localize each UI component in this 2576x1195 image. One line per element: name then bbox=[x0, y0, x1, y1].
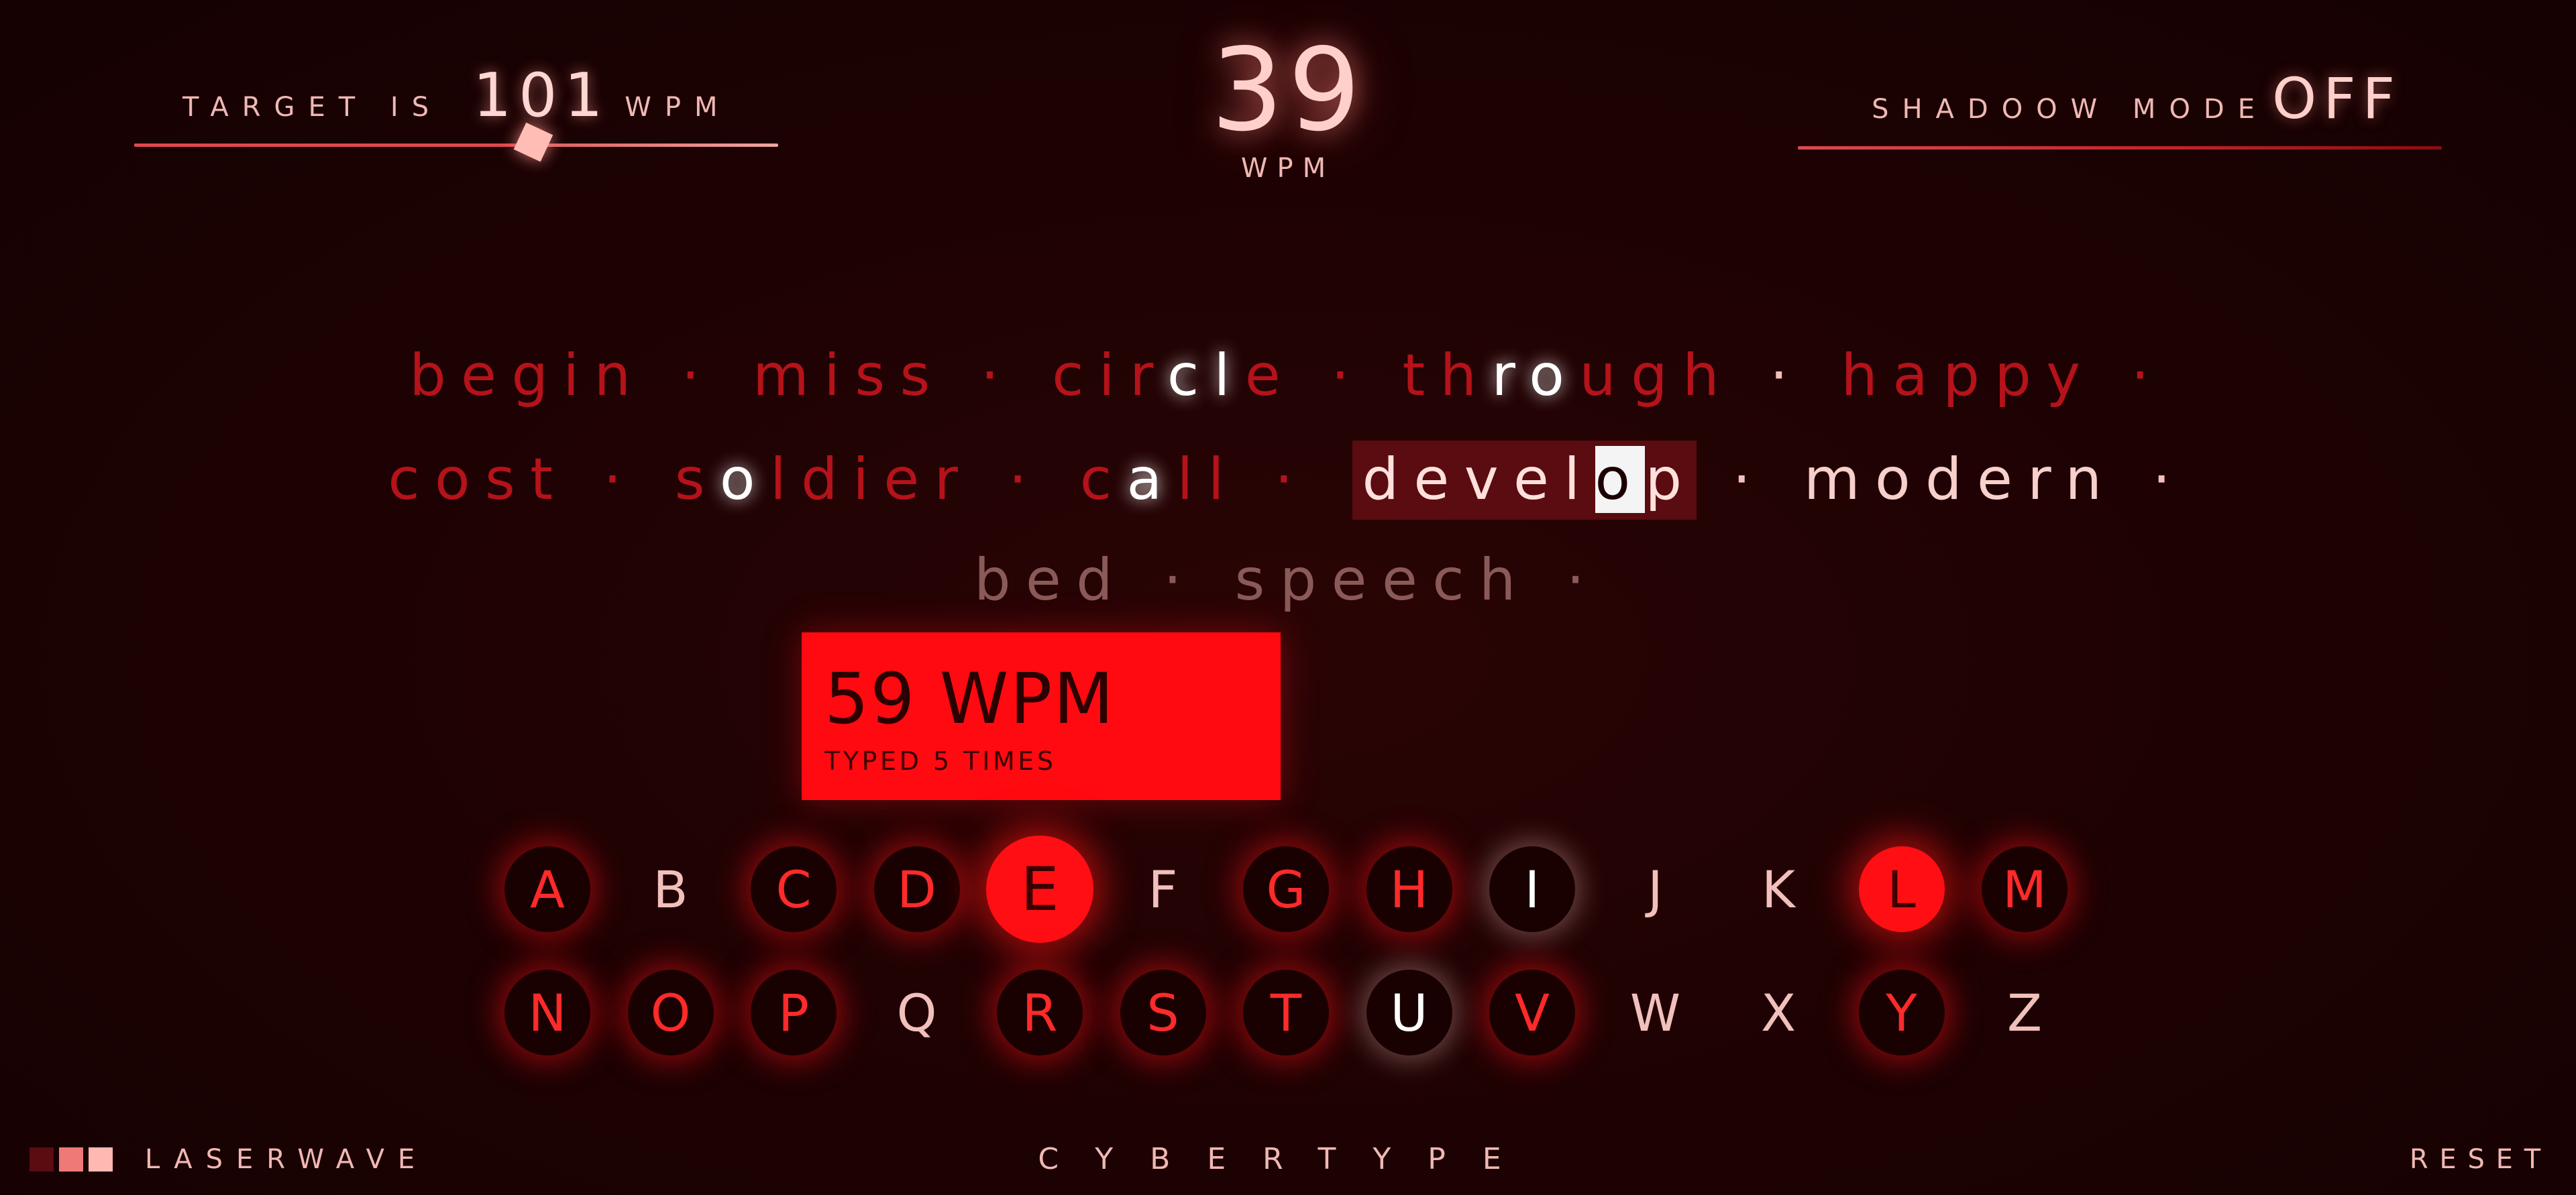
shadow-mode-value[interactable]: OFF bbox=[2272, 66, 2402, 131]
key-x[interactable]: X bbox=[1735, 970, 1821, 1056]
word: modern bbox=[1803, 446, 2117, 513]
target-value: 101 bbox=[473, 60, 610, 131]
current-word: develop bbox=[1352, 441, 1697, 520]
word: speech bbox=[1234, 547, 1531, 614]
key-z[interactable]: Z bbox=[1982, 970, 2068, 1056]
word-separator: · bbox=[2095, 342, 2167, 409]
key-p[interactable]: P bbox=[751, 970, 837, 1056]
target-slider-track[interactable] bbox=[134, 144, 778, 147]
word-separator: · bbox=[973, 446, 1080, 513]
target-row: TARGET IS 101 WPM bbox=[182, 60, 731, 131]
key-r[interactable]: R bbox=[997, 970, 1083, 1056]
word-stats-popup: 59 WPM TYPED 5 TIMES bbox=[802, 632, 1281, 800]
key-v[interactable]: V bbox=[1489, 970, 1575, 1056]
word-separator: · bbox=[945, 342, 1053, 409]
popup-title: 59 WPM bbox=[824, 658, 1116, 740]
key-h[interactable]: H bbox=[1366, 846, 1452, 932]
target-slider-fill bbox=[134, 144, 534, 147]
shadow-mode-underline bbox=[1798, 146, 2442, 150]
key-d[interactable]: D bbox=[873, 846, 960, 932]
key-f[interactable]: F bbox=[1120, 846, 1206, 932]
key-i[interactable]: I bbox=[1489, 846, 1575, 932]
word: call bbox=[1079, 446, 1240, 513]
shadow-mode-label: SHADOOW MODE bbox=[1872, 94, 2268, 125]
key-y[interactable]: Y bbox=[1858, 970, 1945, 1056]
key-e[interactable]: E bbox=[986, 836, 1093, 943]
key-s[interactable]: S bbox=[1120, 970, 1206, 1056]
shadow-mode-row: SHADOOW MODE OFF bbox=[1872, 66, 2402, 131]
word: bed bbox=[973, 547, 1128, 614]
key-m[interactable]: M bbox=[1982, 846, 2068, 932]
current-wpm-unit: WPM bbox=[1240, 153, 1336, 184]
key-j[interactable]: J bbox=[1613, 846, 1699, 932]
word: happy bbox=[1841, 342, 2096, 409]
text-line-1: begin · miss · circle · through · happy … bbox=[0, 342, 2576, 409]
key-q[interactable]: Q bbox=[874, 970, 960, 1056]
word: circle bbox=[1052, 342, 1296, 409]
word: cost bbox=[388, 446, 568, 513]
word-separator: · bbox=[645, 342, 753, 409]
word-separator: · bbox=[1733, 342, 1841, 409]
word-separator: · bbox=[1697, 446, 1804, 513]
key-c[interactable]: C bbox=[751, 846, 837, 932]
target-wpm-control: TARGET IS 101 WPM bbox=[134, 47, 778, 168]
word-separator: · bbox=[568, 446, 675, 513]
key-l[interactable]: L bbox=[1858, 846, 1945, 932]
word-separator: · bbox=[1530, 547, 1603, 614]
key-g[interactable]: G bbox=[1243, 846, 1329, 932]
key-o[interactable]: O bbox=[627, 970, 714, 1056]
key-w[interactable]: W bbox=[1613, 970, 1699, 1056]
text-cursor: o bbox=[1595, 446, 1646, 513]
popup-subtitle: TYPED 5 TIMES bbox=[824, 746, 1057, 776]
word-separator: · bbox=[2116, 446, 2188, 513]
word-separator: · bbox=[1128, 547, 1235, 614]
target-label: TARGET IS bbox=[182, 92, 443, 123]
text-line-2: cost · soldier · call · develop · modern… bbox=[0, 441, 2576, 520]
key-a[interactable]: A bbox=[504, 846, 590, 932]
word: begin bbox=[409, 342, 646, 409]
word-separator: · bbox=[1295, 342, 1403, 409]
current-wpm-value: 39 bbox=[1211, 24, 1365, 157]
word: miss bbox=[752, 342, 945, 409]
key-u[interactable]: U bbox=[1366, 970, 1452, 1056]
text-line-3: bed · speech · bbox=[0, 547, 2576, 614]
app-title: CYBERTYPE bbox=[1038, 1142, 1538, 1176]
shadow-mode-toggle[interactable]: SHADOOW MODE OFF bbox=[1798, 54, 2442, 161]
key-n[interactable]: N bbox=[504, 970, 590, 1056]
key-k[interactable]: K bbox=[1735, 846, 1821, 932]
current-wpm: 39 WPM bbox=[1154, 34, 1422, 194]
word: through bbox=[1402, 342, 1734, 409]
word-separator: · bbox=[1239, 446, 1346, 513]
key-t[interactable]: T bbox=[1243, 970, 1329, 1056]
key-b[interactable]: B bbox=[628, 846, 714, 932]
word: soldier bbox=[674, 446, 973, 513]
target-unit: WPM bbox=[625, 92, 731, 123]
reset-button[interactable]: RESET bbox=[2410, 1144, 2552, 1175]
